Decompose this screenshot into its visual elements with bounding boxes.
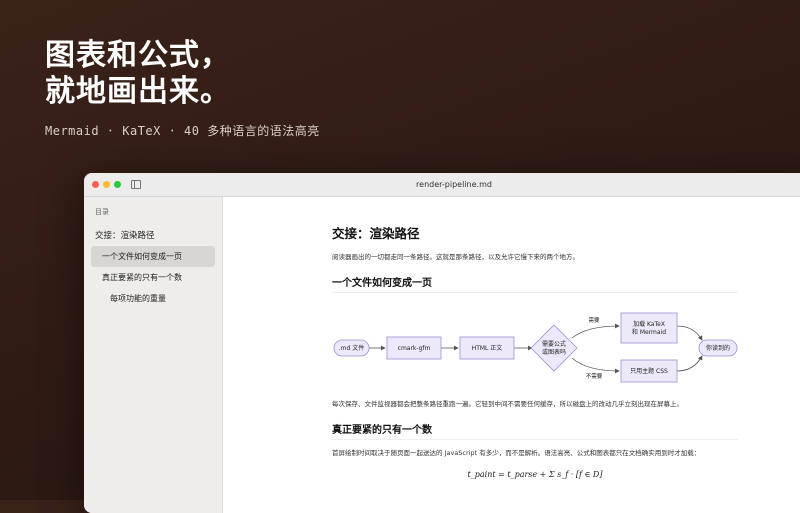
toc-item-feature-weight[interactable]: 每项功能的重量 <box>84 288 222 309</box>
node-css-label: 只用主题 CSS <box>630 367 668 375</box>
edge-yes <box>571 323 620 339</box>
toc-sidebar: 目录 交接：渲染路径 一个文件如何变成一页 真正要紧的只有一个数 每项功能的重量 <box>84 197 223 513</box>
doc-paragraph-paint: 首屏绘制时间取决于随页面一起送达的 JavaScript 有多少，而不是解析。语… <box>332 449 701 457</box>
node-decision <box>530 324 578 372</box>
hero-title-line2: 就地画出来。 <box>45 74 231 109</box>
node-katex <box>620 312 678 344</box>
doc-paragraph-watch: 每次保存、文件监视器都会把整条路径重跑一遍。它轻到中间不需要任何缓存，所以磁盘上… <box>332 400 683 408</box>
toc-item-file-to-page[interactable]: 一个文件如何变成一页 <box>91 246 215 267</box>
document: 交接：渲染路径 阅读器画出的一切都走同一条路径。这就是那条路径，以及允许它慢下来… <box>332 217 738 479</box>
title-bar: render-pipeline.md <box>84 173 800 197</box>
section-heading-one-number: 真正要紧的只有一个数 <box>332 421 738 440</box>
toc-heading: 目录 <box>95 208 109 216</box>
edge-katex-done <box>676 325 703 341</box>
edge-css-done <box>676 355 703 372</box>
node-katex-label-2: 和 Mermaid <box>632 328 666 336</box>
node-decision-label-1: 需要公式 <box>542 340 566 348</box>
node-cmark-label: cmark-gfm <box>398 345 431 352</box>
edge-yes-label: 需要 <box>588 317 600 324</box>
toc-item-handoff[interactable]: 交接：渲染路径 <box>84 224 222 246</box>
hero: 图表和公式， 就地画出来。 Mermaid · KaTeX · 40 多种语言的… <box>45 38 320 139</box>
app-window: render-pipeline.md 目录 交接：渲染路径 一个文件如何变成一页… <box>84 173 800 513</box>
toc-item-one-number[interactable]: 真正要紧的只有一个数 <box>84 267 222 288</box>
node-katex-label-1: 加载 KaTeX <box>633 320 665 328</box>
hero-title-line1: 图表和公式， <box>45 38 231 73</box>
node-done-label: 你读到的 <box>706 344 730 352</box>
math-formula: t_paint = t_parse + Σ s_f · [f ∈ D] <box>467 470 603 479</box>
doc-intro: 阅读器画出的一切都走同一条路径。这就是那条路径，以及允许它慢下来的两个地方。 <box>332 253 579 261</box>
doc-title: 交接：渲染路径 <box>332 226 420 241</box>
window-title: render-pipeline.md <box>416 180 492 189</box>
node-decision-label-2: 或图表吗 <box>542 348 566 356</box>
edge-no <box>571 357 620 374</box>
section-heading-file-to-page: 一个文件如何变成一页 <box>332 274 738 293</box>
node-md-label: .md 文件 <box>339 344 364 352</box>
flowchart: .md 文件 cmark-gfm HTML 正文 需要公式 或图表吗 加载 Ka… <box>333 312 738 383</box>
edge-no-label: 不需要 <box>586 373 603 380</box>
hero-title: 图表和公式， 就地画出来。 <box>45 38 320 110</box>
node-html-label: HTML 正文 <box>472 344 503 352</box>
hero-subtitle: Mermaid · KaTeX · 40 多种语言的语法高亮 <box>45 124 320 138</box>
